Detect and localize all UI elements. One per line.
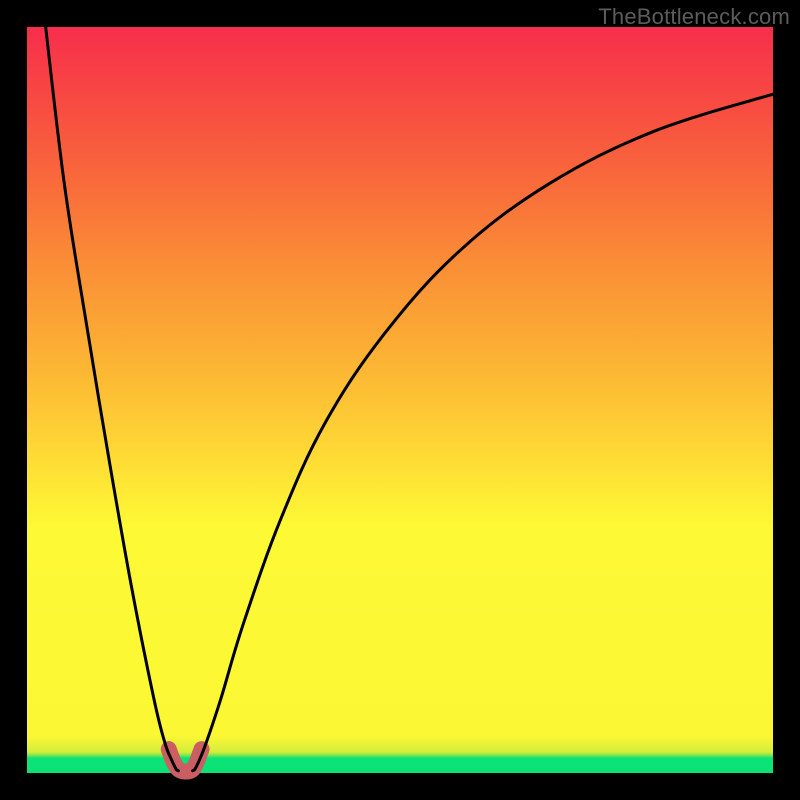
chart-frame: TheBottleneck.com bbox=[0, 0, 800, 800]
curve-right-branch bbox=[193, 94, 773, 771]
watermark-text: TheBottleneck.com bbox=[598, 4, 790, 30]
curve-left-branch bbox=[46, 27, 179, 771]
plot-area bbox=[27, 27, 773, 773]
curve-layer bbox=[27, 27, 773, 773]
